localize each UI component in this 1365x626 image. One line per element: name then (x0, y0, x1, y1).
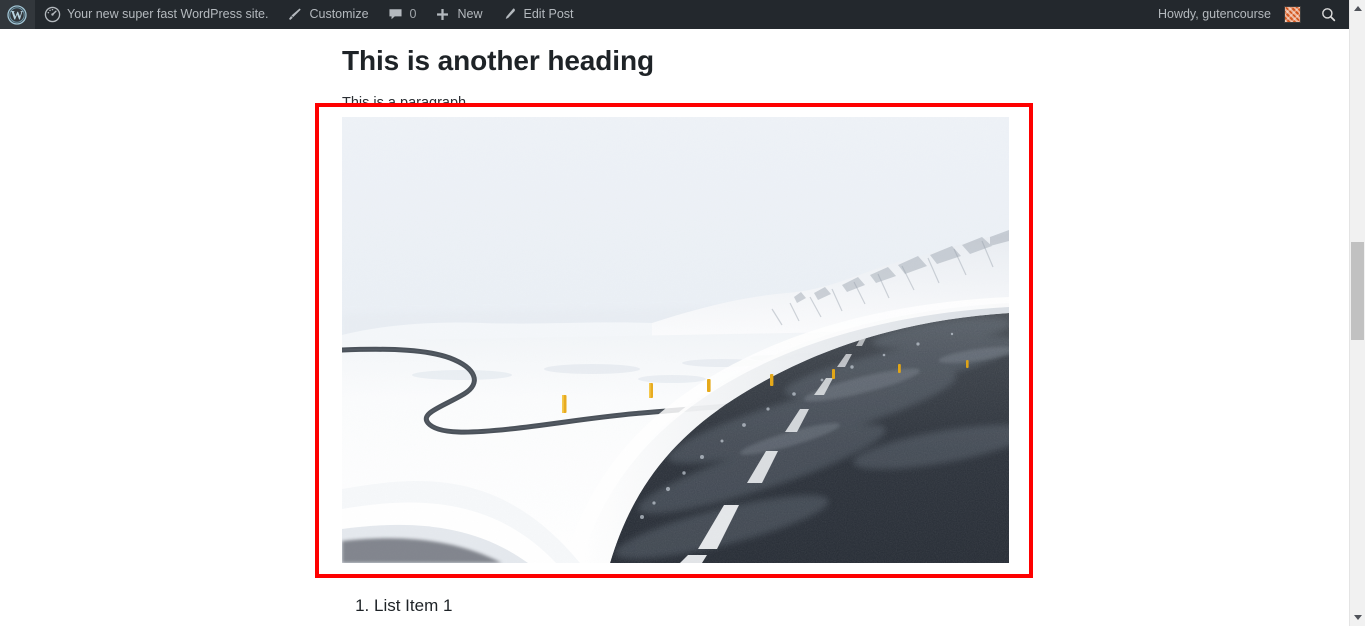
new-content-label: New (457, 7, 483, 21)
edit-post-menu-item[interactable]: Edit Post (492, 0, 583, 29)
dashboard-speedometer-icon (44, 6, 61, 23)
triangle-up-icon (1353, 6, 1362, 11)
my-account-menu-item[interactable]: Howdy, gutencourse (1149, 0, 1310, 29)
triangle-down-icon (1353, 615, 1362, 620)
search-icon (1320, 6, 1337, 23)
edit-post-label: Edit Post (523, 7, 574, 21)
pencil-icon (501, 6, 518, 23)
wp-logo-menu-item[interactable]: W (0, 0, 35, 29)
admin-bar-left-group: W Your new super fast WordPress site. Cu… (0, 0, 583, 29)
page-content-area: This is another heading This is a paragr… (0, 0, 1349, 626)
image-block-selection-outline[interactable] (315, 103, 1033, 578)
admin-bar-right-group: Howdy, gutencourse (1149, 0, 1349, 29)
new-content-menu-item[interactable]: New (425, 0, 491, 29)
account-greeting: Howdy, gutencourse (1157, 7, 1271, 21)
paintbrush-icon (286, 6, 303, 23)
page-title: This is another heading (342, 45, 654, 77)
scrollbar-thumb[interactable] (1351, 242, 1364, 340)
wp-admin-bar: W Your new super fast WordPress site. Cu… (0, 0, 1349, 29)
customize-menu-item[interactable]: Customize (277, 0, 377, 29)
comment-bubble-icon (387, 6, 404, 23)
vertical-scrollbar[interactable] (1349, 0, 1365, 626)
customize-label: Customize (309, 7, 369, 21)
road-image[interactable] (342, 117, 1009, 563)
site-name-menu-item[interactable]: Your new super fast WordPress site. (35, 0, 277, 29)
avatar (1284, 6, 1301, 23)
ordered-list-block: List Item 1 (342, 592, 452, 620)
scroll-down-button[interactable] (1350, 609, 1365, 626)
admin-bar-search-button[interactable] (1310, 0, 1349, 29)
list-item: List Item 1 (374, 592, 452, 620)
svg-text:W: W (11, 8, 24, 22)
comments-count: 0 (409, 7, 417, 21)
plus-icon (434, 6, 451, 23)
scroll-up-button[interactable] (1350, 0, 1365, 17)
site-name-label: Your new super fast WordPress site. (67, 7, 269, 21)
wordpress-logo-icon: W (7, 4, 27, 25)
comments-menu-item[interactable]: 0 (378, 0, 426, 29)
